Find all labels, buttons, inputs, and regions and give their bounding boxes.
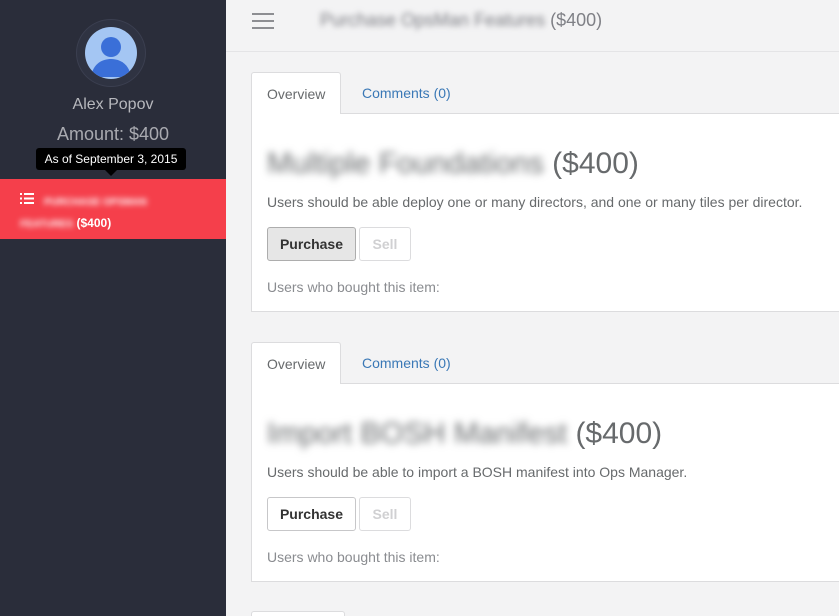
item-price: ($400) (575, 417, 663, 450)
item-title-blurred: Multiple Foundations (267, 147, 544, 180)
hamburger-icon[interactable] (252, 13, 274, 30)
purchase-button[interactable]: Purchase (267, 227, 356, 261)
sell-button[interactable]: Sell (359, 497, 411, 531)
amount-label: Amount: $400 (56, 124, 170, 144)
item-title: Import BOSH Manifest ($400) (267, 417, 662, 451)
page-title-blurred: Purchase OpsMan Features (320, 10, 546, 30)
item-card: Overview Comments (0) Import BOSH Manife… (251, 342, 839, 582)
tooltip-arrow (105, 170, 117, 176)
item-description: Users should be able to import a BOSH ma… (267, 464, 688, 480)
buyers-label: Users who bought this item: (267, 279, 440, 295)
user-name: Alex Popov (72, 96, 154, 113)
item-panel: Multiple Foundations ($400) Users should… (251, 114, 839, 312)
item-panel: Import BOSH Manifest ($400) Users should… (251, 384, 839, 582)
item-price: ($400) (552, 147, 639, 180)
tab-overview[interactable]: Overview (251, 72, 342, 115)
purchase-button[interactable]: Purchase (267, 497, 356, 531)
sell-button[interactable]: Sell (359, 227, 411, 261)
sidebar-item-label-line1: Purchase OpsMan (44, 197, 147, 208)
tab-comments[interactable]: Comments (0) (347, 342, 466, 384)
tab-overview-partial[interactable] (251, 611, 345, 616)
user-icon (91, 37, 131, 77)
amount-tooltip: As of September 3, 2015 (36, 148, 186, 170)
item-description: Users should be able deploy one or many … (267, 194, 803, 210)
tab-bar: Overview Comments (0) (251, 342, 839, 385)
page-title: Purchase OpsMan Features ($400) (320, 10, 602, 31)
sidebar-item-price: ($400) (76, 216, 112, 230)
sidebar-item-label-line2: Features (20, 219, 74, 230)
item-title-blurred: Import BOSH Manifest (267, 417, 568, 450)
page-title-price: ($400) (550, 10, 603, 30)
sidebar-item-purchase-opsman-features[interactable]: Purchase OpsMan Features ($400) (0, 179, 226, 239)
tab-comments[interactable]: Comments (0) (347, 72, 466, 114)
tab-bar: Overview Comments (0) (251, 72, 839, 115)
sidebar-item-label: Purchase OpsMan Features ($400) (20, 191, 220, 235)
top-bar: Purchase OpsMan Features ($400) (226, 0, 839, 52)
item-title: Multiple Foundations ($400) (267, 147, 639, 181)
avatar[interactable] (85, 27, 137, 79)
tab-overview[interactable]: Overview (251, 342, 342, 385)
item-card: Overview Comments (0) Multiple Foundatio… (251, 72, 839, 312)
sidebar: Alex Popov Amount: $400 As of September … (0, 0, 226, 616)
buyers-label: Users who bought this item: (267, 549, 440, 565)
